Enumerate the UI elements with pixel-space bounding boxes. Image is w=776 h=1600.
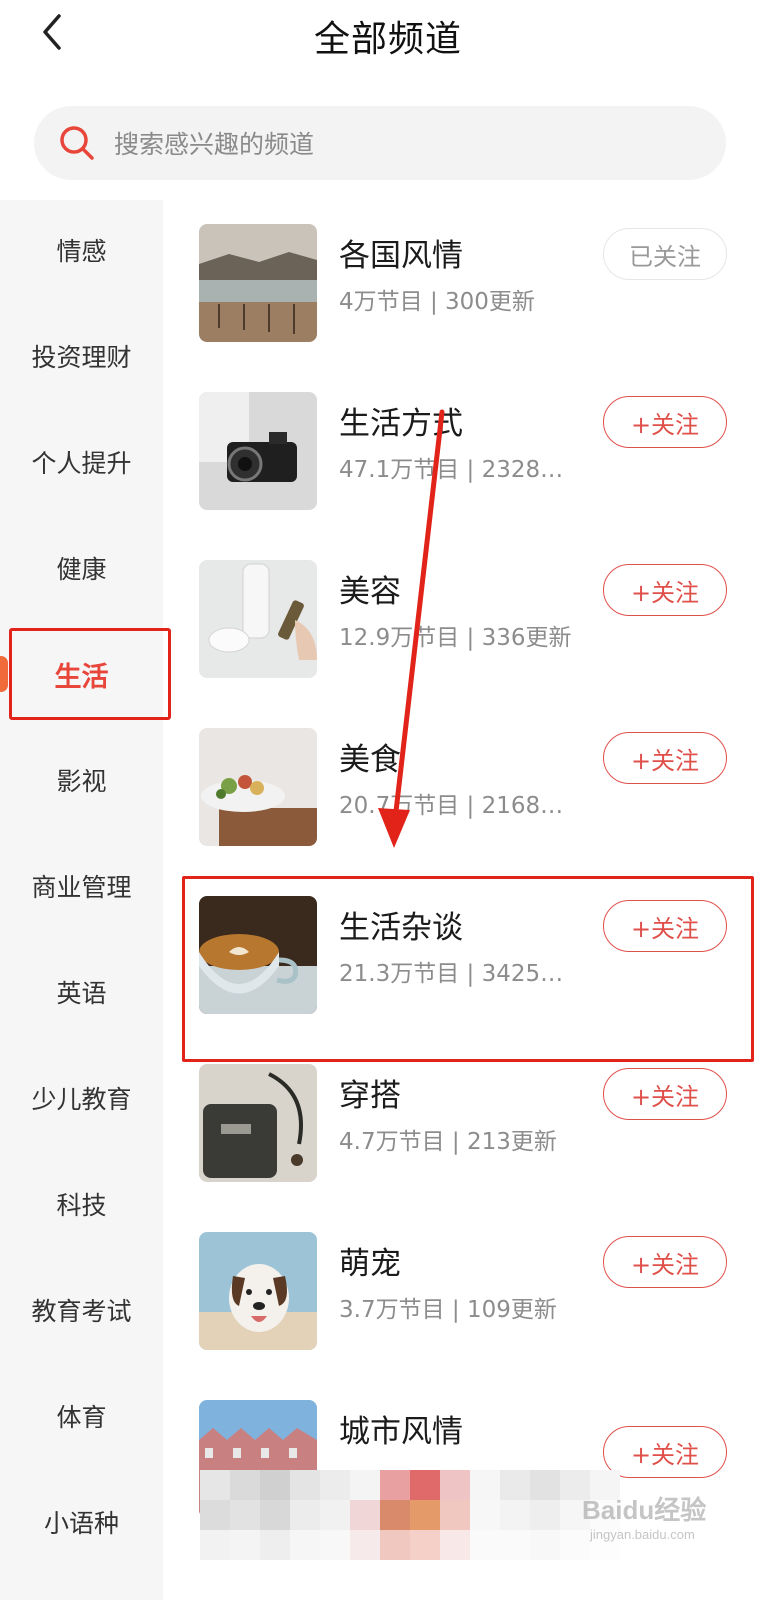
baidu-watermark: Baidu经验 jingyan.baidu.com [582,1495,707,1542]
pixelated-bottom-bar [200,1470,620,1560]
annotation-arrow-icon [378,409,445,848]
